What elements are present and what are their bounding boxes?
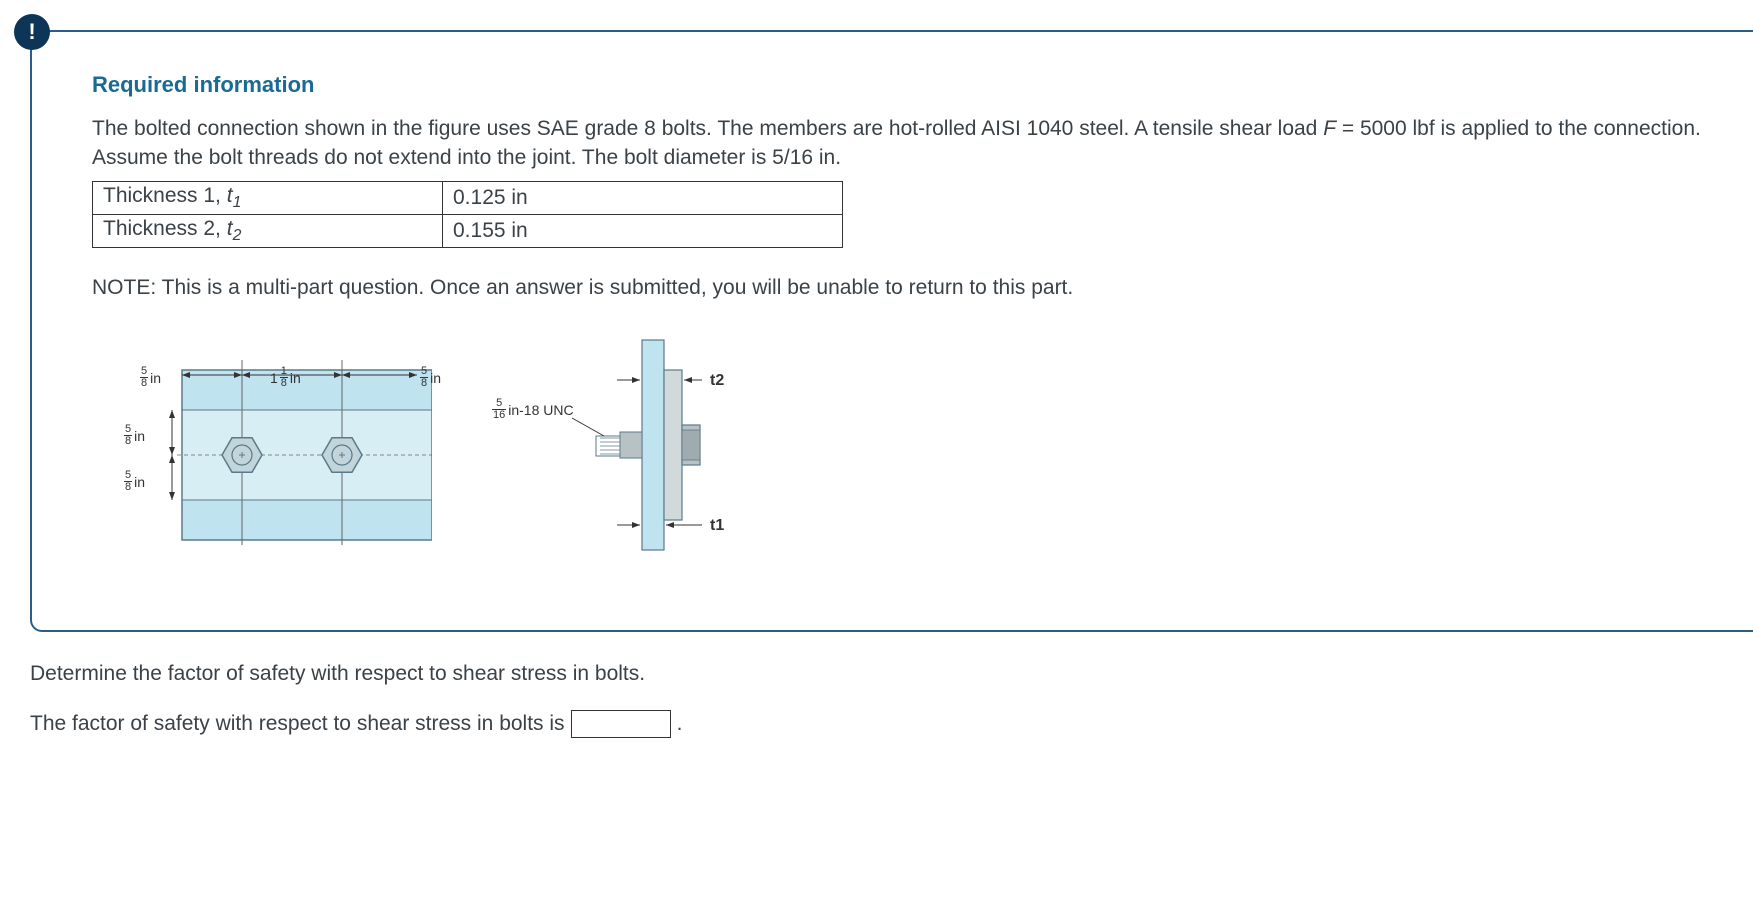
table-row: Thickness 1, t1 0.125 in — [93, 181, 843, 214]
figure-side-view: 516 in-18 UNC t2 t1 — [492, 330, 772, 560]
table-cell-label: Thickness 1, t1 — [93, 181, 443, 214]
panel-heading: Required information — [92, 72, 1721, 98]
problem-statement: The bolted connection shown in the figur… — [92, 114, 1721, 173]
body-text-1: The bolted connection shown in the figur… — [92, 117, 1323, 140]
t2-label: t2 — [710, 372, 724, 390]
table-row: Thickness 2, t2 0.155 in — [93, 214, 843, 247]
answer-line: The factor of safety with respect to she… — [30, 710, 1753, 738]
figure-area: 58 in 1 18 in 58 in 58 in 58 — [92, 330, 1721, 570]
top-view-svg — [112, 330, 432, 560]
multi-part-note: NOTE: This is a multi-part question. Onc… — [92, 276, 1721, 300]
table-cell-value: 0.155 in — [443, 214, 843, 247]
answer-prefix: The factor of safety with respect to she… — [30, 712, 565, 736]
dim-top-right: 58 in — [420, 366, 441, 389]
dim-side-lower: 58 in — [124, 470, 145, 493]
answer-suffix: . — [677, 712, 683, 736]
table-cell-value: 0.125 in — [443, 181, 843, 214]
dim-top-left: 58 in — [140, 366, 161, 389]
side-view-svg — [492, 330, 772, 560]
required-info-panel: ! Required information The bolted connec… — [30, 30, 1753, 632]
alert-icon: ! — [14, 14, 50, 50]
table-cell-label: Thickness 2, t2 — [93, 214, 443, 247]
thread-spec: 516 in-18 UNC — [492, 398, 574, 421]
answer-input[interactable] — [571, 710, 671, 738]
t1-label: t1 — [710, 517, 724, 535]
question-prompt: Determine the factor of safety with resp… — [30, 662, 1753, 686]
question-area: Determine the factor of safety with resp… — [30, 662, 1753, 738]
thickness-table: Thickness 1, t1 0.125 in Thickness 2, t2… — [92, 181, 843, 248]
dim-top-mid: 1 18 in — [270, 366, 301, 389]
figure-top-view: 58 in 1 18 in 58 in 58 in 58 — [112, 330, 432, 560]
dim-side-upper: 58 in — [124, 424, 145, 447]
force-variable: F — [1323, 117, 1336, 140]
